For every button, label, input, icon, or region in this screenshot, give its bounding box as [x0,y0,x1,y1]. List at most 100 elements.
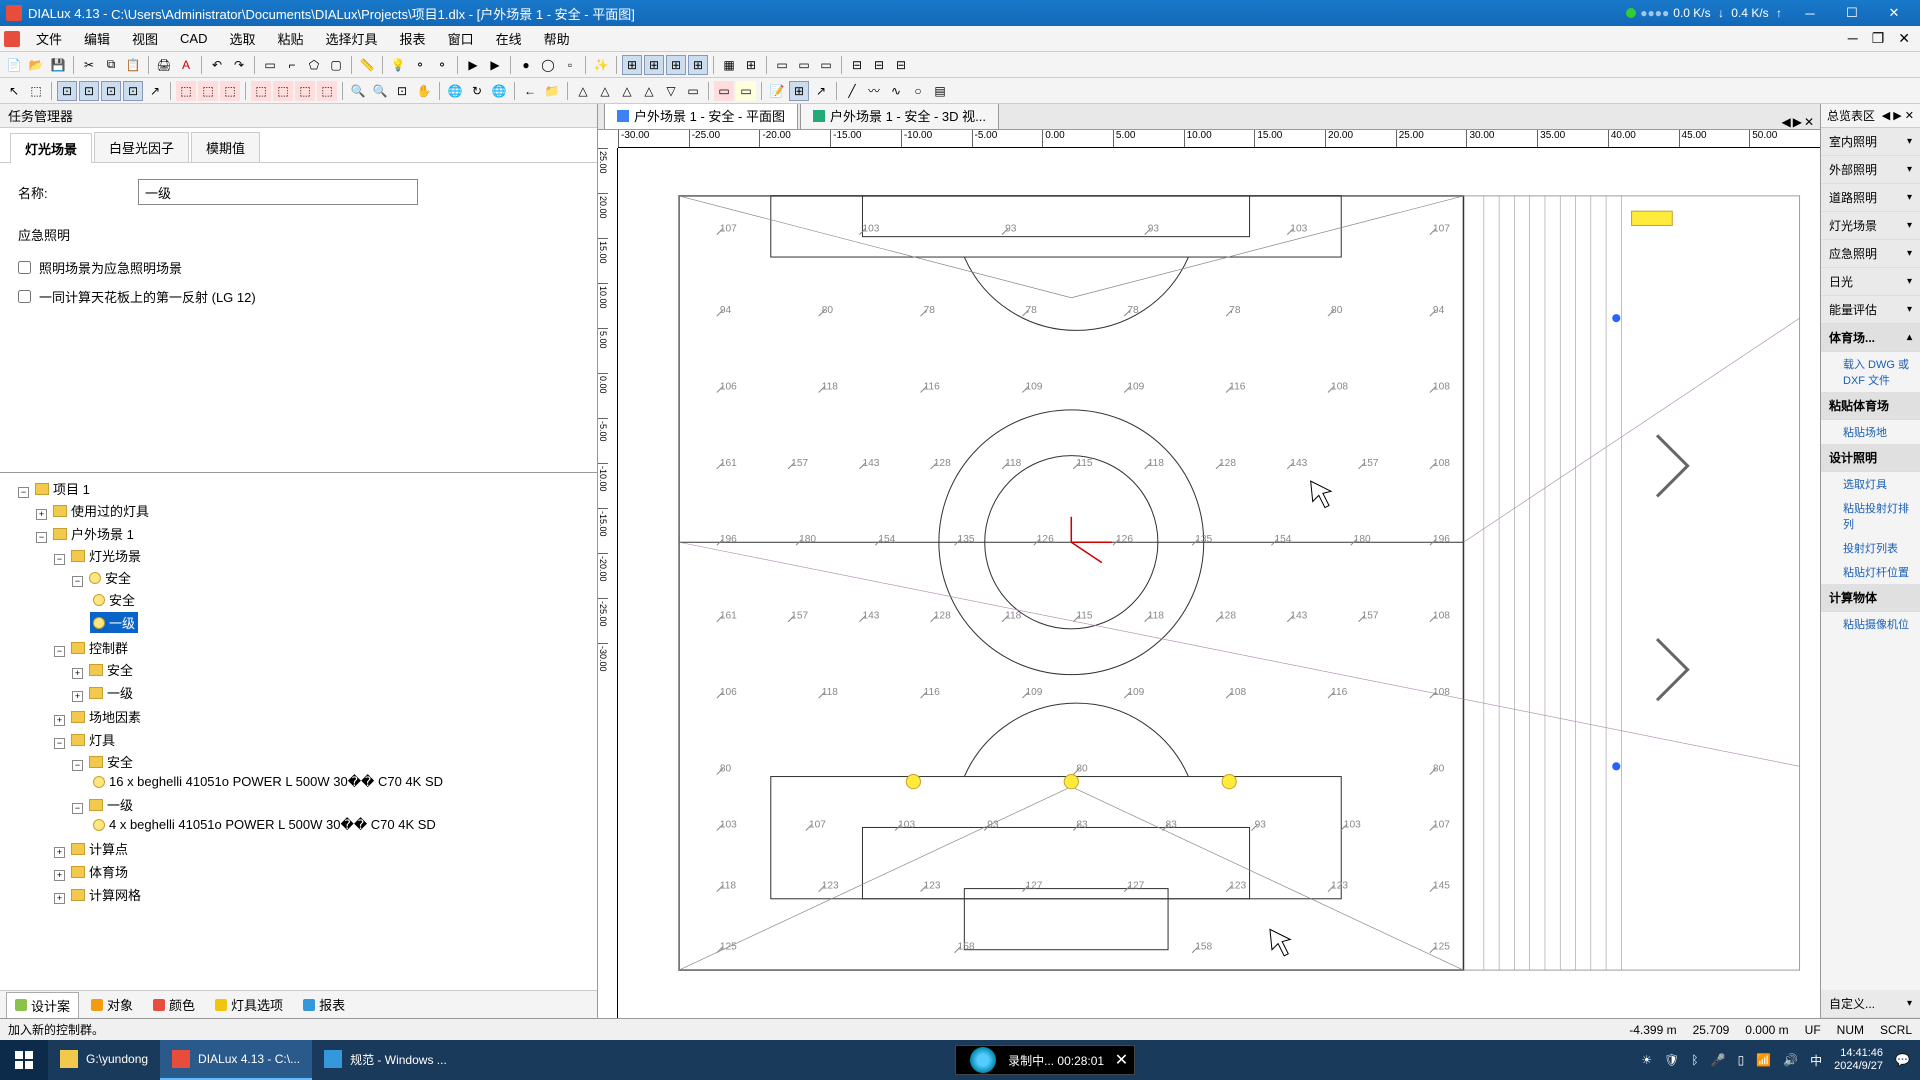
tree-cg-safe[interactable]: 安全 [86,659,136,680]
tool-view-plan[interactable]: ⊞ [622,55,642,75]
tool-paste[interactable]: 📋 [123,55,143,75]
tool-pdf[interactable]: A [176,55,196,75]
tray-notifications-icon[interactable]: 💬 [1895,1053,1910,1067]
menu-report[interactable]: 报表 [390,26,436,51]
tool-red1[interactable]: ⬚ [176,81,196,101]
tool-cut[interactable]: ✂ [79,55,99,75]
btab-object[interactable]: 对象 [83,992,141,1017]
taskbar-dialux[interactable]: DIALux 4.13 - C:\... [160,1040,312,1080]
tool-polyline[interactable]: 〰 [864,81,884,101]
tool-zoom-fit[interactable]: ⊡ [392,81,412,101]
tool-red7[interactable]: ⬚ [317,81,337,101]
tool-circle[interactable]: ○ [908,81,928,101]
tool-room[interactable]: ▭ [260,55,280,75]
tree-stadium[interactable]: 体育场 [68,861,131,882]
toggle-icon[interactable]: − [72,760,83,771]
tree-site-elements[interactable]: 场地因素 [68,706,144,727]
tool-hatch[interactable]: ▤ [930,81,950,101]
tool-copy[interactable]: ⧉ [101,55,121,75]
toggle-icon[interactable]: − [54,646,65,657]
tool-curve[interactable]: ∿ [886,81,906,101]
tool-red3[interactable]: ⬚ [220,81,240,101]
tray-weather-icon[interactable]: ☀ [1641,1053,1652,1067]
menu-view[interactable]: 视图 [122,26,168,51]
tool-select-rect[interactable]: ⬚ [26,81,46,101]
tool-shape6[interactable]: ▭ [683,81,703,101]
canvas-area[interactable]: -30.00-25.00-20.00-15.00-10.00-5.000.005… [598,130,1820,1018]
cat-outdoor[interactable]: 外部照明▾ [1821,156,1920,184]
tree-luminaire-item[interactable]: 16 x beghelli 41051o POWER L 500W 30�� C… [90,773,446,791]
tree-luminaires[interactable]: 灯具 [68,729,118,750]
toggle-icon[interactable]: + [72,691,83,702]
tool-snap1[interactable]: ⊡ [57,81,77,101]
tool-export[interactable]: ↗ [811,81,831,101]
tool-layer1[interactable]: ▭ [772,55,792,75]
tool-red6[interactable]: ⬚ [295,81,315,101]
menu-luminaire[interactable]: 选择灯具 [316,26,388,51]
tree-safe-child[interactable]: 安全 [90,589,138,610]
tool-layout1[interactable]: ⊟ [847,55,867,75]
doctab-3d[interactable]: 户外场景 1 - 安全 - 3D 视... [800,104,999,129]
cat-daylight[interactable]: 日光▾ [1821,268,1920,296]
toggle-icon[interactable]: − [18,487,29,498]
doctab-plan[interactable]: 户外场景 1 - 安全 - 平面图 [604,104,798,129]
tool-note[interactable]: 📝 [767,81,787,101]
tool-snap3[interactable]: ⊡ [101,81,121,101]
tab-model[interactable]: 模期值 [191,132,260,162]
tool-red4[interactable]: ⬚ [251,81,271,101]
tool-calc-surf[interactable]: ⊞ [789,81,809,101]
menu-file[interactable]: 文件 [26,26,72,51]
chk-ceiling-reflect[interactable] [18,290,31,303]
link-select-luminaire[interactable]: 选取灯具 [1821,472,1920,496]
menu-paste[interactable]: 粘贴 [268,26,314,51]
mdi-restore[interactable]: ❐ [1866,28,1891,49]
tree-safe[interactable]: 安全 [86,567,134,588]
recording-close[interactable]: ✕ [1115,1050,1128,1070]
maximize-button[interactable]: ☐ [1832,2,1872,24]
toggle-icon[interactable]: − [36,532,47,543]
tree-cg-level1[interactable]: 一级 [86,682,136,703]
tool-table[interactable]: ▦ [719,55,739,75]
start-button[interactable] [0,1040,48,1080]
tool-layout3[interactable]: ⊟ [891,55,911,75]
tray-volume-icon[interactable]: 🔊 [1783,1053,1798,1067]
tree-lum-level1[interactable]: 一级 [86,794,136,815]
link-load-dwg[interactable]: 载入 DWG 或 DXF 文件 [1821,352,1920,392]
tree-level1-selected[interactable]: 一级 [90,612,138,633]
tool-snap2[interactable]: ⊡ [79,81,99,101]
tool-shape4[interactable]: △ [639,81,659,101]
tool-shape3[interactable]: △ [617,81,637,101]
cat-energy[interactable]: 能量评估▾ [1821,296,1920,324]
toggle-icon[interactable]: + [54,893,65,904]
tree-calc-grid[interactable]: 计算网格 [68,884,144,905]
tool-view-3d[interactable]: ⊞ [688,55,708,75]
tool-box[interactable]: ▫ [560,55,580,75]
toggle-icon[interactable]: + [54,870,65,881]
toggle-icon[interactable]: + [72,668,83,679]
link-paste-projector-arr[interactable]: 粘贴投射灯排列 [1821,496,1920,536]
app-menu-icon[interactable] [4,31,20,47]
mdi-close[interactable]: ✕ [1892,28,1916,49]
tray-wifi-icon[interactable]: 📶 [1756,1053,1771,1067]
tool-refresh[interactable]: ↻ [467,81,487,101]
menu-online[interactable]: 在线 [486,26,532,51]
tree-used-luminaires[interactable]: 使用过的灯具 [50,500,152,521]
link-paste-field[interactable]: 粘贴场地 [1821,420,1920,444]
menu-window[interactable]: 窗口 [438,26,484,51]
cat-lightscene[interactable]: 灯光场景▾ [1821,212,1920,240]
tool-save[interactable]: 💾 [48,55,68,75]
tree-lum-safe[interactable]: 安全 [86,751,136,772]
taskbar-photos[interactable]: 规范 - Windows ... [312,1040,459,1080]
doctab-close[interactable]: ✕ [1804,115,1814,129]
tool-shape5[interactable]: ▽ [661,81,681,101]
tool-globe2[interactable]: 🌐 [489,81,509,101]
tool-redo[interactable]: ↷ [229,55,249,75]
mdi-minimize[interactable]: ─ [1842,28,1864,49]
tab-light-scene[interactable]: 灯光场景 [10,133,92,163]
btab-design[interactable]: 设计案 [6,992,79,1018]
tool-globe[interactable]: 🌐 [445,81,465,101]
tool-snap4[interactable]: ⊡ [123,81,143,101]
tool-color2[interactable]: ▭ [736,81,756,101]
btab-color[interactable]: 颜色 [145,992,203,1017]
toggle-icon[interactable]: + [54,847,65,858]
